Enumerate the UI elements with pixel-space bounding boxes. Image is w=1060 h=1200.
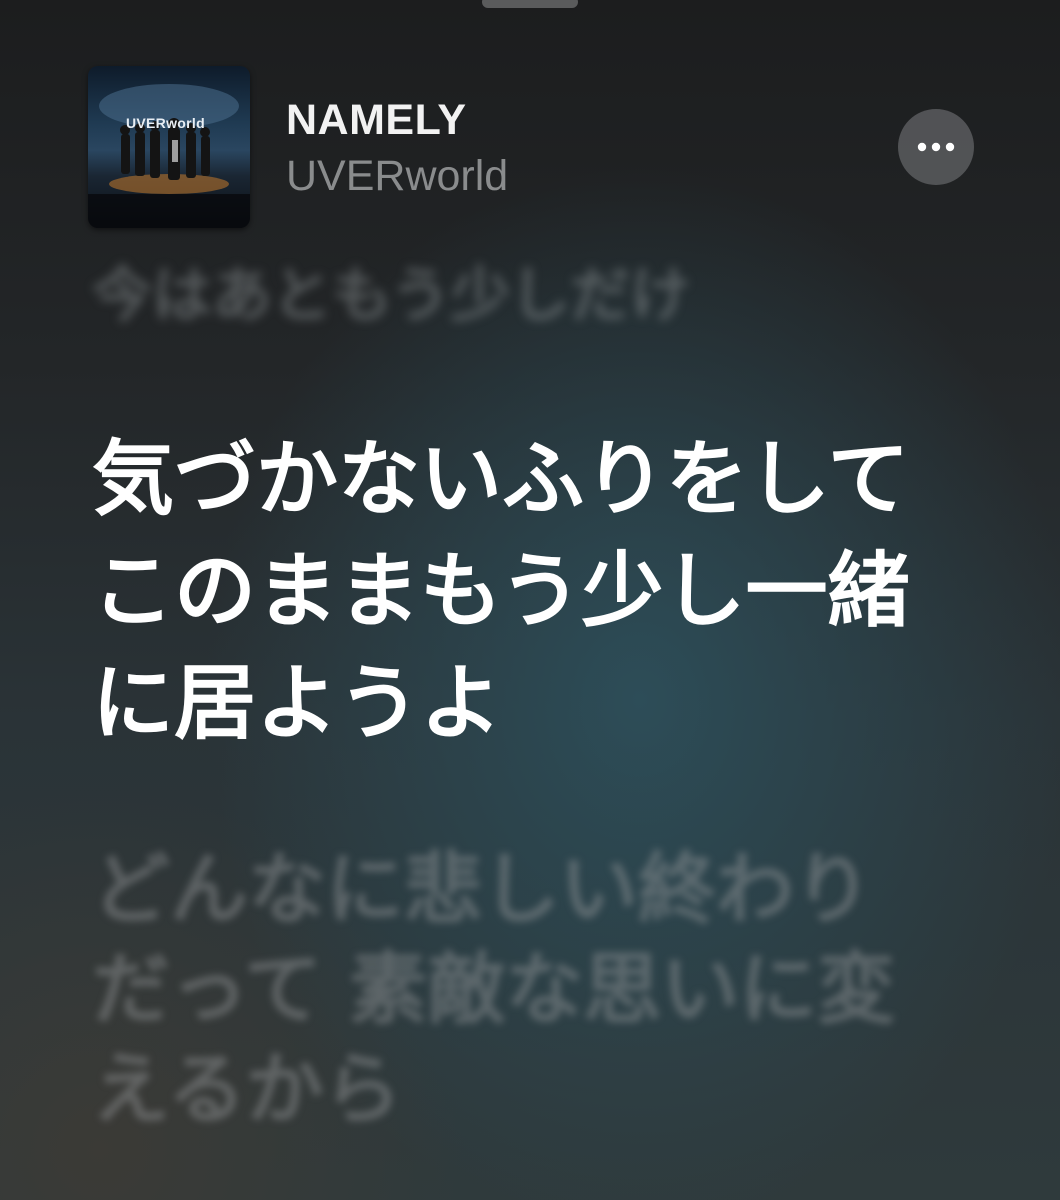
lyric-text: だって 素敵な思いに変 <box>92 945 896 1035</box>
lyric-text: 今はあともう少しだけ <box>92 261 691 331</box>
artist-name[interactable]: UVERworld <box>286 152 508 201</box>
lyric-text: に居ようよ <box>92 656 503 751</box>
album-artwork[interactable]: UVERworld <box>88 66 250 228</box>
lyric-line-previous[interactable]: 今はあともう少しだけ <box>92 256 690 336</box>
lyric-line-next[interactable]: どんなに悲しい終わり だって 素敵な思いに変 えるから <box>92 840 895 1140</box>
song-title[interactable]: NAMELY <box>286 96 467 145</box>
ellipsis-icon <box>917 142 955 152</box>
now-playing-header: UVERworld NAMELY UVERworld <box>88 66 978 230</box>
lyric-line-current[interactable]: 気づかないふりをして このままもう少し一緒 に居ようよ <box>92 424 910 760</box>
more-options-button[interactable] <box>898 109 974 185</box>
sheet-grabber-handle[interactable] <box>482 0 578 8</box>
lyric-text: 気づかないふりをして <box>92 432 910 527</box>
lyric-text: えるから <box>92 1045 402 1135</box>
lyric-text: どんなに悲しい終わり <box>92 845 873 935</box>
lyric-text: このままもう少し一緒 <box>92 544 910 639</box>
artwork-scene-icon <box>88 84 250 228</box>
artwork-band-logo: UVERworld <box>126 115 205 131</box>
